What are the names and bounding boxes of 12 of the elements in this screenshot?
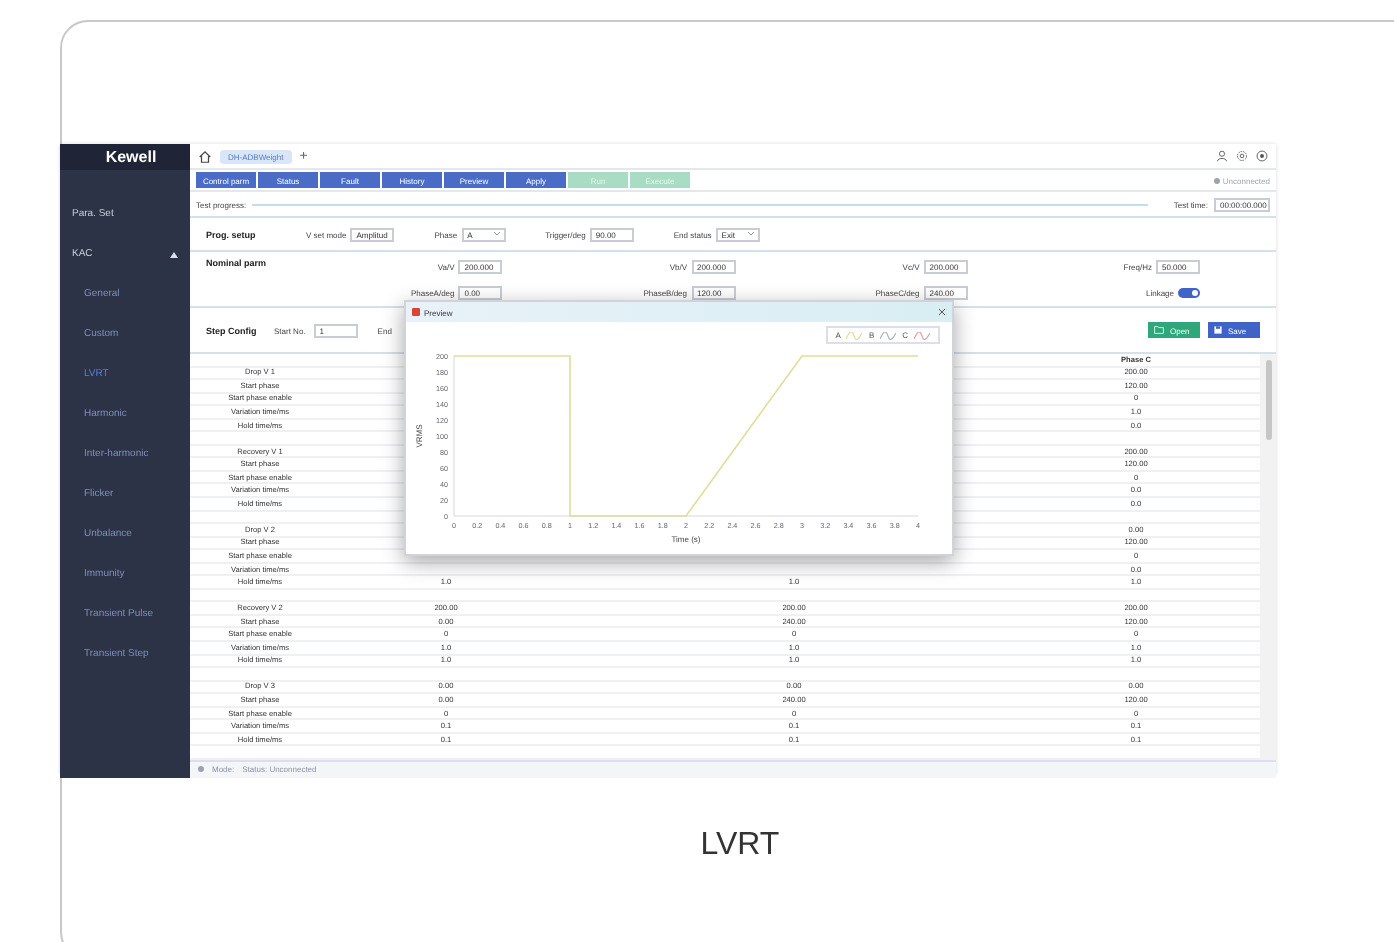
app-icon [412,308,420,316]
circle-icon[interactable] [1256,150,1268,162]
app-logo: Kewell [60,144,190,170]
folder-icon [1154,326,1164,334]
gear-icon[interactable] [1236,150,1248,162]
scrollbar[interactable] [1260,354,1276,760]
user-icon[interactable] [1216,150,1228,162]
linkage-toggle[interactable] [1178,287,1200,297]
close-icon[interactable] [938,308,946,316]
save-icon [1214,326,1222,334]
home-icon[interactable] [198,149,212,163]
caption: LVRT [698,828,782,864]
